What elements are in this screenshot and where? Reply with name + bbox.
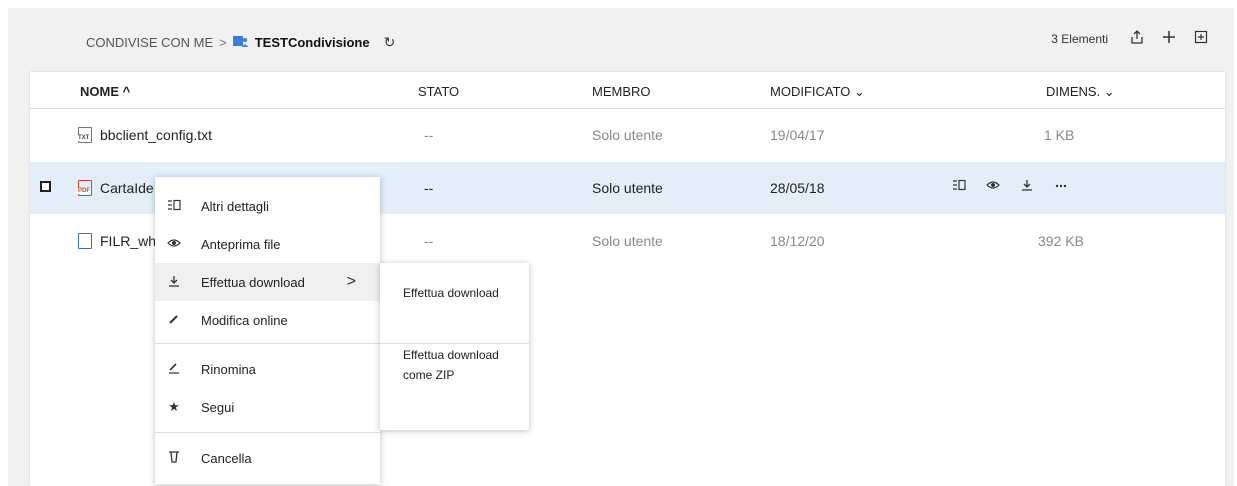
share-icon[interactable] <box>1130 30 1144 48</box>
pencil-icon <box>167 313 181 328</box>
new-folder-icon[interactable] <box>1194 30 1208 48</box>
eye-icon <box>167 237 181 252</box>
file-modified: 18/12/20 <box>770 233 825 249</box>
breadcrumb-current-folder: TESTCondivisione <box>254 35 370 50</box>
menu-item-label: Cancella <box>201 450 252 466</box>
eye-icon[interactable] <box>986 178 1000 195</box>
header-tools: 3 Elementi <box>1051 30 1208 48</box>
refresh-icon[interactable]: ↻ <box>384 34 396 51</box>
table-row[interactable]: TXT bbclient_config.txt -- Solo utente 1… <box>30 109 1225 161</box>
row-actions <box>952 178 1068 195</box>
header-bar: CONDIVISE CON ME > TESTCondivisione ↻ 3 … <box>8 8 1234 72</box>
menu-divider <box>155 343 380 344</box>
menu-item-details[interactable]: Altri dettagli <box>155 187 380 225</box>
menu-item-edit-online[interactable]: Modifica online <box>155 301 380 339</box>
menu-item-label: Altri dettagli <box>201 198 269 214</box>
file-name[interactable]: FILR_wh <box>100 233 156 249</box>
menu-divider <box>155 432 380 433</box>
menu-item-rename[interactable]: Rinomina <box>155 350 380 388</box>
menu-item-label: Segui <box>201 399 235 415</box>
download-icon <box>167 274 181 291</box>
file-name[interactable]: CartaIde <box>100 180 154 196</box>
menu-item-label: Rinomina <box>201 361 256 377</box>
file-modified: 28/05/18 <box>770 180 825 196</box>
doc-file-icon <box>78 233 92 249</box>
download-icon[interactable] <box>1020 178 1034 195</box>
menu-item-follow[interactable]: ★ Segui <box>155 388 380 426</box>
breadcrumb: CONDIVISE CON ME > TESTCondivisione ↻ <box>86 34 395 51</box>
column-modified[interactable]: MODIFICATO ⌄ <box>770 84 865 100</box>
file-modified: 19/04/17 <box>770 127 825 143</box>
menu-item-label: Effettua download <box>201 274 305 290</box>
download-submenu: Effettua download Effettua download come… <box>380 263 529 430</box>
shared-folder-icon <box>232 35 249 50</box>
menu-item-delete[interactable]: Cancella <box>155 439 380 477</box>
submenu-divider <box>380 343 529 344</box>
submenu-item-download[interactable]: Effettua download <box>403 283 513 303</box>
menu-item-preview[interactable]: Anteprima file <box>155 225 380 263</box>
menu-item-label: Modifica online <box>201 312 288 328</box>
file-status: -- <box>424 180 434 196</box>
more-options-icon[interactable] <box>1054 178 1068 195</box>
file-size: 392 KB <box>1038 233 1084 249</box>
breadcrumb-separator: > <box>219 35 227 50</box>
chevron-right-icon: > <box>346 273 356 290</box>
trash-icon <box>167 450 181 466</box>
column-member[interactable]: MEMBRO <box>592 84 651 99</box>
column-size[interactable]: DIMENS. ⌄ <box>1046 84 1115 100</box>
file-member: Solo utente <box>592 127 663 143</box>
file-size: 1 KB <box>1044 127 1075 143</box>
column-name[interactable]: NOME ^ <box>80 84 130 99</box>
menu-item-label: Anteprima file <box>201 236 281 252</box>
txt-file-icon: TXT <box>77 127 92 143</box>
file-status: -- <box>424 127 434 143</box>
file-name[interactable]: bbclient_config.txt <box>100 127 212 143</box>
item-count: 3 Elementi <box>1051 32 1108 46</box>
details-icon <box>167 199 181 214</box>
breadcrumb-root[interactable]: CONDIVISE CON ME <box>86 35 213 50</box>
table-header: NOME ^ STATO MEMBRO MODIFICATO ⌄ DIMENS.… <box>30 72 1225 109</box>
column-status[interactable]: STATO <box>418 84 459 99</box>
row-checkbox[interactable] <box>40 181 51 192</box>
details-icon[interactable] <box>952 178 966 195</box>
context-menu: Altri dettagli Anteprima file Effettua d… <box>155 177 380 484</box>
file-member: Solo utente <box>592 180 663 196</box>
file-member: Solo utente <box>592 233 663 249</box>
submenu-item-download-zip[interactable]: Effettua download come ZIP <box>403 345 513 385</box>
file-status: -- <box>424 233 434 249</box>
pdf-file-icon: PDF <box>77 180 92 196</box>
rename-icon <box>167 362 181 377</box>
plus-icon[interactable] <box>1162 30 1176 48</box>
menu-item-download[interactable]: Effettua download > <box>155 263 380 301</box>
star-icon: ★ <box>168 399 180 414</box>
